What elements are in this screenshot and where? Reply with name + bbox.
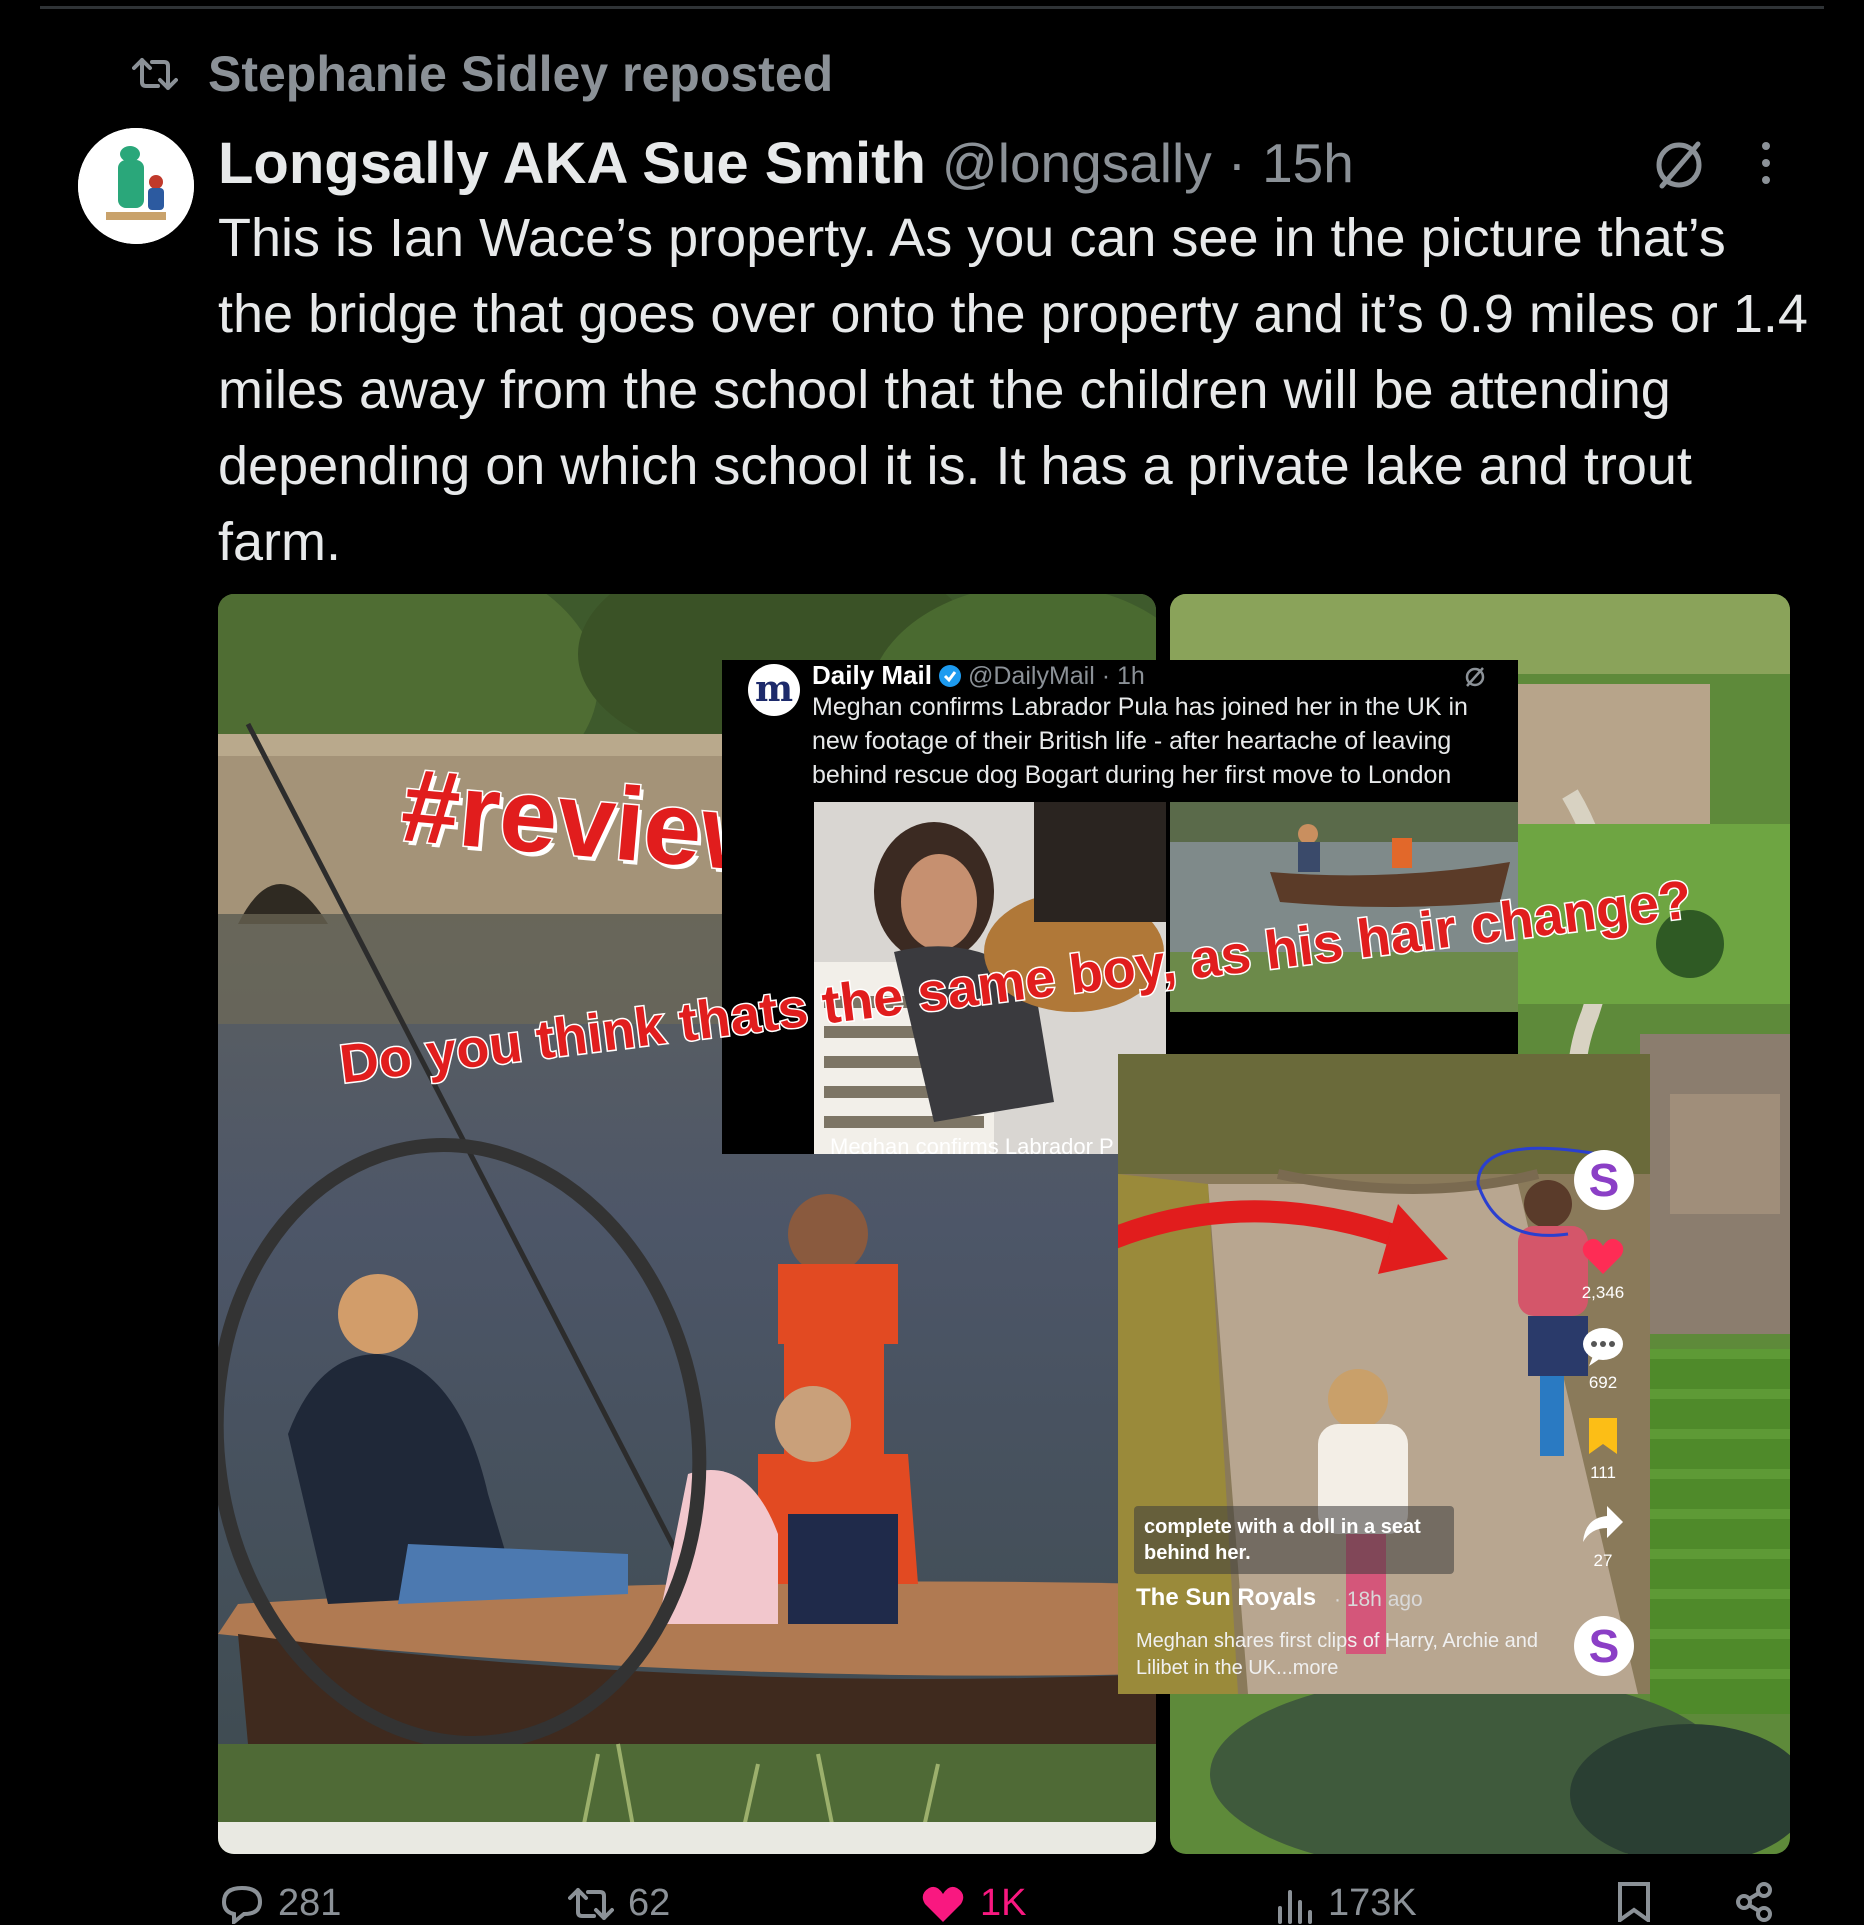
- post-media[interactable]: #review m Daily Mail @DailyMail · 1h Meg…: [218, 594, 1790, 1854]
- views-action[interactable]: 173K: [1274, 1882, 1417, 1925]
- like-action[interactable]: 1K: [920, 1882, 1026, 1925]
- share-count: 27: [1593, 1551, 1613, 1570]
- daily-mail-name[interactable]: Daily Mail: [812, 660, 932, 691]
- views-icon: [1278, 1889, 1312, 1924]
- bookmark-icon: [1589, 1418, 1617, 1454]
- channel-avatar-bottom[interactable]: S: [1574, 1616, 1634, 1676]
- bookmark-action[interactable]: [1616, 1882, 1652, 1922]
- video-account-name[interactable]: The Sun Royals: [1136, 1584, 1316, 1612]
- like-count: 1K: [980, 1882, 1027, 1924]
- post-actions: 281 62 1K 173K: [218, 1882, 1808, 1925]
- comment-icon: [1583, 1328, 1623, 1366]
- verified-badge-icon: [938, 664, 962, 688]
- video-description[interactable]: Meghan shares first clips of Harry, Arch…: [1136, 1628, 1556, 1682]
- comment-count: 692: [1588, 1373, 1618, 1392]
- author-handle[interactable]: @longsally: [942, 131, 1212, 195]
- repost-icon: [130, 49, 180, 99]
- reply-action[interactable]: 281: [220, 1882, 341, 1925]
- repost-action[interactable]: 62: [568, 1882, 670, 1925]
- daily-mail-text: Meghan confirms Labrador Pula has joined…: [812, 693, 1468, 789]
- repost-label: Stephanie Sidley reposted: [208, 46, 834, 102]
- share-action[interactable]: [1734, 1882, 1774, 1922]
- daily-mail-logo: m: [748, 664, 800, 716]
- header-separator: ·: [1227, 132, 1247, 194]
- reply-count: 281: [278, 1882, 342, 1924]
- post-time[interactable]: 15h: [1262, 131, 1354, 195]
- daily-mail-caption: Meghan confirms Labrador P: [830, 1134, 1114, 1154]
- bookmark-icon: [1618, 1882, 1650, 1922]
- channel-avatar-top[interactable]: S: [1574, 1150, 1634, 1210]
- post-header: Longsally AKA Sue Smith @longsally · 15h: [218, 128, 1354, 198]
- repost-context[interactable]: Stephanie Sidley reposted: [130, 44, 833, 104]
- daily-mail-handle[interactable]: @DailyMail · 1h: [968, 662, 1145, 691]
- post-text: This is Ian Wace’s property. As you can …: [218, 208, 1808, 572]
- repost-count: 62: [628, 1882, 671, 1924]
- share-icon: [1736, 1882, 1772, 1922]
- more-options-icon[interactable]: [1752, 138, 1780, 188]
- grok-icon[interactable]: [1650, 136, 1708, 194]
- reply-icon: [221, 1885, 263, 1924]
- video-caption: complete with a doll in a seat behind he…: [1134, 1506, 1454, 1574]
- heart-icon: [1582, 1238, 1624, 1274]
- view-count: 173K: [1328, 1882, 1417, 1924]
- tiktok-video[interactable]: complete with a doll in a seat behind he…: [1118, 1054, 1650, 1694]
- video-like-action[interactable]: 2,346: [1566, 1236, 1640, 1303]
- video-save-action[interactable]: 111: [1566, 1416, 1640, 1483]
- video-time: · 18h ago: [1334, 1588, 1423, 1611]
- like-count: 2,346: [1581, 1283, 1625, 1302]
- video-comment-action[interactable]: 692: [1566, 1326, 1640, 1393]
- repost-icon: [568, 1887, 614, 1920]
- heart-icon: [922, 1886, 964, 1922]
- share-icon: [1583, 1506, 1623, 1542]
- author-name[interactable]: Longsally AKA Sue Smith: [218, 130, 926, 197]
- author-avatar[interactable]: [78, 128, 194, 244]
- video-share-action[interactable]: 27: [1566, 1504, 1640, 1571]
- save-count: 111: [1590, 1463, 1616, 1482]
- top-divider: [40, 6, 1824, 9]
- grok-icon[interactable]: [1462, 664, 1488, 690]
